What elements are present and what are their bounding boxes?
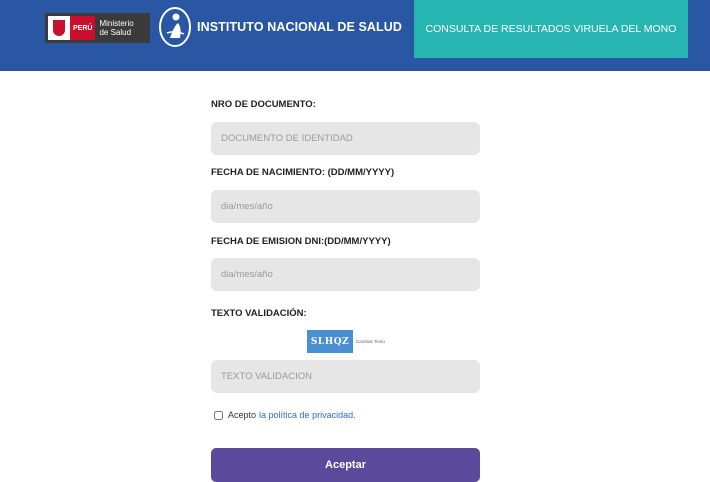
ministry-name: Ministerio de Salud [95,19,133,37]
privacy-consent: Acepto la política de privacidad. [214,410,356,420]
validation-label: TEXTO VALIDACIÓN: [211,308,307,319]
ins-emblem-icon[interactable] [158,6,192,48]
peru-label: PERÚ [70,16,96,40]
privacy-checkbox[interactable] [214,410,223,420]
birth-date-label: FECHA DE NACIMIENTO: (DD/MM/YYYY) [211,167,395,178]
ministry-line-1: Ministerio [99,19,134,28]
minsa-logo[interactable]: PERÚ Ministerio de Salud [45,13,150,43]
institute-title: INSTITUTO NACIONAL DE SALUD [197,20,403,34]
captcha-image: SLHQZ [307,330,353,353]
privacy-policy-link[interactable]: la política de privacidad. [259,410,356,420]
document-input[interactable] [211,122,480,155]
document-label: NRO DE DOCUMENTO: [211,99,316,110]
validation-input[interactable] [211,360,480,393]
dni-date-label: FECHA DE EMISION DNI:(DD/MM/YYYY) [211,236,391,247]
ministry-line-2: de Salud [99,28,132,37]
privacy-prefix: Acepto [228,410,257,420]
peru-coat-of-arms-icon [48,16,70,40]
dni-date-input[interactable] [211,258,480,291]
top-header: PERÚ Ministerio de Salud INSTITUTO NACIO… [0,0,710,71]
change-captcha-link[interactable]: Cambiar Texto [356,339,385,344]
consulta-banner[interactable]: CONSULTA DE RESULTADOS VIRUELA DEL MONO [414,0,688,58]
birth-date-input[interactable] [211,190,480,223]
